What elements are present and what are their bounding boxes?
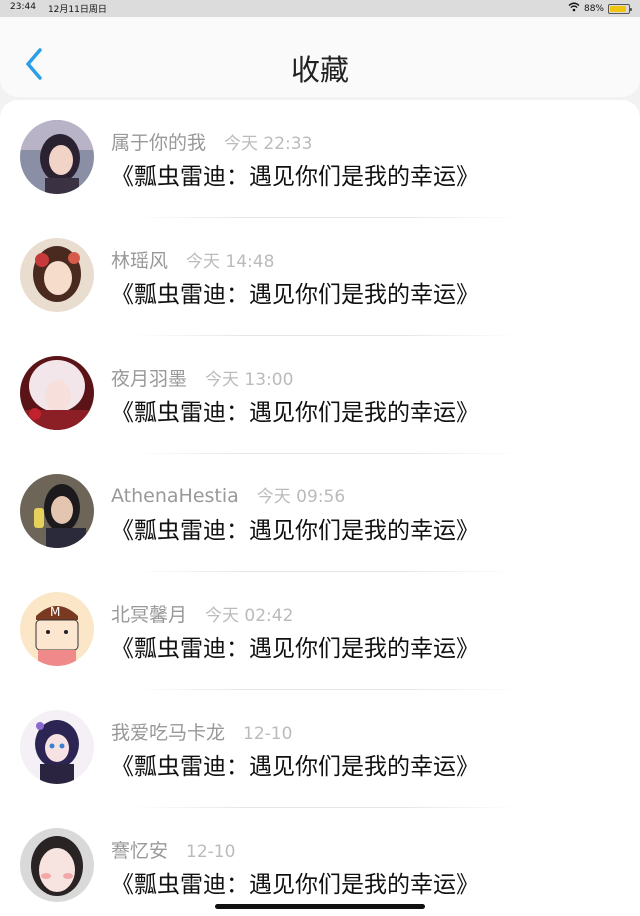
timestamp: 今天 02:42 xyxy=(205,606,294,626)
page-title: 收藏 xyxy=(290,53,349,87)
battery-level xyxy=(610,5,626,12)
avatar xyxy=(20,710,94,784)
item-title: 《瓢虫雷迪：遇见你们是我的幸运》 xyxy=(111,400,479,426)
list-item[interactable]: 我爱吃马卡龙 12-10 《瓢虫雷迪：遇见你们是我的幸运》 xyxy=(0,690,640,808)
username: 夜月羽墨 xyxy=(111,368,188,390)
timestamp: 今天 13:00 xyxy=(205,370,294,390)
username: 我爱吃马卡龙 xyxy=(111,722,226,744)
timestamp: 今天 09:56 xyxy=(256,487,346,507)
wifi-icon xyxy=(568,2,580,15)
item-title: 《瓢虫雷迪：遇见你们是我的幸运》 xyxy=(111,754,479,780)
item-title: 《瓢虫雷迪：遇见你们是我的幸运》 xyxy=(111,518,479,544)
svg-text:M: M xyxy=(50,605,60,619)
battery-percent: 88% xyxy=(583,3,604,14)
timestamp: 今天 22:33 xyxy=(224,134,313,154)
favorites-list: 属于你的我 今天 22:33 《瓢虫雷迪：遇见你们是我的幸运》 林瑶风 今天 1… xyxy=(0,100,640,916)
username: 北冥馨月 xyxy=(111,604,188,626)
header: 收藏 xyxy=(0,17,640,97)
avatar xyxy=(20,356,94,430)
timestamp: 今天 14:48 xyxy=(186,252,275,272)
home-indicator[interactable] xyxy=(215,904,425,909)
status-date: 12月11日周日 xyxy=(47,5,107,15)
status-bar: 23:44 12月11日周日 88% xyxy=(0,0,640,17)
list-item[interactable]: 林瑶风 今天 14:48 《瓢虫雷迪：遇见你们是我的幸运》 xyxy=(0,218,640,336)
username: 謇忆安 xyxy=(111,840,169,862)
timestamp: 12-10 xyxy=(186,842,236,862)
timestamp: 12-10 xyxy=(243,724,293,744)
list-item[interactable]: AthenaHestia 今天 09:56 《瓢虫雷迪：遇见你们是我的幸运》 xyxy=(0,454,640,572)
item-title: 《瓢虫雷迪：遇见你们是我的幸运》 xyxy=(111,872,479,898)
item-title: 《瓢虫雷迪：遇见你们是我的幸运》 xyxy=(111,282,479,308)
battery-icon xyxy=(608,3,632,14)
avatar xyxy=(20,828,94,902)
screen: 23:44 12月11日周日 88% 收藏 属于你的我 今天 22:33 《瓢虫… xyxy=(0,0,640,916)
avatar xyxy=(20,238,94,312)
list-item[interactable]: 夜月羽墨 今天 13:00 《瓢虫雷迪：遇见你们是我的幸运》 xyxy=(0,336,640,454)
username: AthenaHestia xyxy=(111,485,239,507)
username: 属于你的我 xyxy=(111,132,207,154)
list-item[interactable]: M 北冥馨月 今天 02:42 《瓢虫雷迪：遇见你们是我的幸运》 xyxy=(0,572,640,690)
avatar xyxy=(20,120,94,194)
avatar xyxy=(20,474,94,548)
status-time: 23:44 xyxy=(10,2,36,12)
item-title: 《瓢虫雷迪：遇见你们是我的幸运》 xyxy=(111,636,479,662)
username: 林瑶风 xyxy=(111,250,169,272)
item-title: 《瓢虫雷迪：遇见你们是我的幸运》 xyxy=(111,164,479,190)
list-item[interactable]: 謇忆安 12-10 《瓢虫雷迪：遇见你们是我的幸运》 xyxy=(0,808,640,916)
avatar: M xyxy=(20,592,94,666)
list-item[interactable]: 属于你的我 今天 22:33 《瓢虫雷迪：遇见你们是我的幸运》 xyxy=(0,100,640,218)
